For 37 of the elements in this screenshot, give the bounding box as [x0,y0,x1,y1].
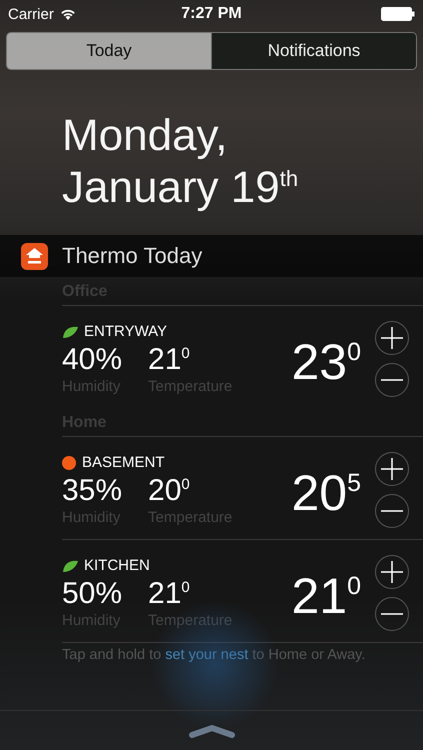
pull-handle-icon[interactable] [188,724,236,738]
room-name: ENTRYWAY [84,323,168,340]
temperature-value: 21$^{0}$ [148,342,191,378]
wifi-icon [60,8,76,20]
humidity-value: 50% [62,576,122,612]
date-heading: Monday, [62,110,228,162]
clock-time: 7:27 PM [181,5,242,23]
widget-title: Thermo Today [62,243,202,269]
date-heading: January 19$^{th}$ [62,162,300,214]
segment-tab[interactable]: Notifications [211,33,416,69]
target-temperature: 20$^{5}$ [291,465,361,521]
carrier-label: Carrier [8,6,54,22]
plus-icon [381,561,403,583]
target-temperature: 23$^{0}$ [291,334,361,390]
temperature-value: 20$^{0}$ [148,473,191,509]
increase-button[interactable] [375,452,409,486]
segment-tab[interactable]: Today [7,33,211,69]
minus-icon [381,613,403,615]
target-temperature: 21$^{0}$ [291,568,361,624]
plus-icon [381,458,403,480]
increase-button[interactable] [375,321,409,355]
temperature-value: 21$^{0}$ [148,576,191,612]
room-name: KITCHEN [84,557,150,574]
minus-icon [381,510,403,512]
decrease-button[interactable] [375,363,409,397]
plus-icon [381,327,403,349]
humidity-value: 40% [62,342,122,378]
app-icon [21,242,48,270]
room-name: BASEMENT [82,454,165,471]
increase-button[interactable] [375,555,409,589]
leaf-icon [62,560,78,572]
decrease-button[interactable] [375,597,409,631]
leaf-icon [62,326,78,338]
minus-icon [381,379,403,381]
humidity-value: 35% [62,473,122,509]
battery-icon [381,7,415,21]
decrease-button[interactable] [375,494,409,528]
